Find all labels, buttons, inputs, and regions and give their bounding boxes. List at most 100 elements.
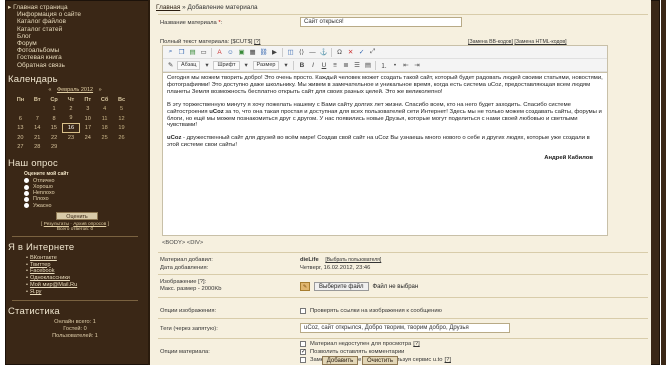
align-right-icon[interactable]: ☰ <box>352 61 361 70</box>
calendar-day[interactable]: 2 <box>63 104 80 114</box>
poll-radio[interactable] <box>24 178 29 184</box>
chevron-down-icon[interactable]: ▾ <box>281 61 290 70</box>
replace-links-checkbox[interactable] <box>300 357 306 363</box>
calendar-day[interactable]: 13 <box>12 123 29 133</box>
calendar-day[interactable]: 15 <box>46 123 63 133</box>
tags-input[interactable]: uCoz, сайт открылся, Добро творим, твори… <box>300 323 510 333</box>
image-icon[interactable]: ▣ <box>237 48 246 57</box>
calendar-day[interactable]: 19 <box>113 123 130 133</box>
poll-radio[interactable] <box>24 203 29 209</box>
bold-icon[interactable]: B <box>297 61 306 70</box>
preview-icon[interactable]: ◫ <box>286 48 295 57</box>
poll-option[interactable]: Ужасно <box>24 203 144 209</box>
material-hidden-hint[interactable]: [?] <box>413 341 419 347</box>
title-input[interactable]: Сайт открыся! <box>300 17 462 27</box>
calendar-day[interactable]: 27 <box>12 142 29 152</box>
chevron-down-icon[interactable]: ▾ <box>242 61 251 70</box>
calendar-day[interactable]: 1 <box>46 104 63 114</box>
paste-text-icon[interactable]: ▭ <box>199 48 208 57</box>
check-links-checkbox[interactable] <box>300 308 306 314</box>
social-link[interactable]: Мой мир@Mail.Ru <box>26 282 144 289</box>
calendar-day[interactable]: 17 <box>79 123 96 133</box>
calendar-day[interactable]: 8 <box>46 114 63 124</box>
menu-item-photos[interactable]: Фотоальбомы <box>8 47 144 54</box>
calendar-day[interactable]: 28 <box>29 142 46 152</box>
menu-item-files[interactable]: Каталог файлов <box>8 18 144 25</box>
poll-radio[interactable] <box>24 197 29 203</box>
calendar-day[interactable]: 24 <box>79 133 96 143</box>
replace-links-hint[interactable]: [?] <box>445 357 451 363</box>
menu-item-feedback[interactable]: Обратная связь <box>8 62 144 69</box>
source-icon[interactable]: ⟨⟩ <box>297 48 306 57</box>
calendar-month[interactable]: Февраль 2012 <box>57 87 93 93</box>
calendar-day[interactable]: 7 <box>29 114 46 124</box>
search-icon[interactable]: ⌕ <box>166 48 175 57</box>
calendar-day[interactable]: 12 <box>113 114 130 124</box>
calendar-day[interactable]: 25 <box>96 133 113 143</box>
emoticon-icon[interactable]: ☺ <box>226 48 235 57</box>
allow-comments-option[interactable]: Позволить оставлять комментарии <box>300 348 404 355</box>
change-user-link[interactable]: [Выбрать пользователя] <box>325 257 381 263</box>
font-select[interactable]: Шрифт <box>213 60 240 70</box>
choose-file-button[interactable]: Выберите файл <box>314 282 369 291</box>
allow-comments-checkbox[interactable] <box>300 348 306 355</box>
social-link[interactable]: Я.ру <box>26 289 144 296</box>
menu-item-articles[interactable]: Каталог статей <box>8 26 144 33</box>
clear-button[interactable]: Очистить <box>362 356 398 365</box>
format-select[interactable]: Абзац <box>177 60 201 70</box>
material-hidden-checkbox[interactable] <box>300 341 306 347</box>
calendar-day[interactable]: 21 <box>29 133 46 143</box>
justify-icon[interactable]: ▤ <box>363 61 372 70</box>
calendar-day[interactable]: 20 <box>12 133 29 143</box>
size-select[interactable]: Размер <box>252 60 280 70</box>
text-color-icon[interactable]: A <box>215 48 224 57</box>
cut-icon[interactable]: ✕ <box>346 48 355 57</box>
calendar-day[interactable]: 10 <box>79 114 96 124</box>
styles-icon[interactable]: ✎ <box>166 61 175 70</box>
link-icon[interactable]: ⛓ <box>259 48 268 57</box>
fullscreen-icon[interactable]: ⤢ <box>368 48 377 57</box>
outdent-icon[interactable]: ⇤ <box>401 61 410 70</box>
align-center-icon[interactable]: ≣ <box>341 61 350 70</box>
calendar-day[interactable]: 16 <box>62 122 80 134</box>
align-left-icon[interactable]: ≡ <box>330 61 339 70</box>
check-links-option[interactable]: Проверять ссылки на изображения к сообще… <box>300 308 442 314</box>
italic-icon[interactable]: I <box>308 61 317 70</box>
indent-icon[interactable]: ⇥ <box>412 61 421 70</box>
calendar-day[interactable]: 6 <box>12 114 29 124</box>
calendar-day[interactable]: 4 <box>96 104 113 114</box>
calendar-day[interactable]: 26 <box>113 133 130 143</box>
spellcheck-icon[interactable]: ✓ <box>357 48 366 57</box>
calendar-next[interactable]: » <box>99 87 102 93</box>
media-icon[interactable]: ▶ <box>270 48 279 57</box>
calendar-day[interactable]: 14 <box>29 123 46 133</box>
calendar-day[interactable]: 5 <box>113 104 130 114</box>
poll-radio[interactable] <box>24 184 29 190</box>
calendar-day[interactable]: 29 <box>46 142 63 152</box>
poll-radio[interactable] <box>24 190 29 196</box>
horizontal-rule-icon[interactable]: — <box>308 48 317 57</box>
menu-item-guestbook[interactable]: Гостевая книга <box>8 54 144 61</box>
special-char-icon[interactable]: Ω <box>335 48 344 57</box>
calendar-day[interactable]: 22 <box>46 133 63 143</box>
calendar-day[interactable]: 9 <box>63 114 80 124</box>
calendar-day[interactable]: 3 <box>79 104 96 114</box>
bullet-list-icon[interactable]: • <box>390 61 399 70</box>
social-link[interactable]: Facebook <box>26 268 144 275</box>
social-link[interactable]: Одноклассники <box>26 275 144 282</box>
material-hidden-option[interactable]: Материал недоступен для просмотра [?] <box>300 341 420 347</box>
table-icon[interactable]: ▦ <box>248 48 257 57</box>
underline-icon[interactable]: U <box>319 61 328 70</box>
numbered-list-icon[interactable]: ⒈ <box>379 61 388 70</box>
copy-icon[interactable]: ❐ <box>177 48 186 57</box>
calendar-day[interactable]: 23 <box>63 133 80 143</box>
rich-text-editor[interactable]: Сегодня мы можем творить добро! Это очен… <box>162 72 608 236</box>
chevron-down-icon[interactable]: ▾ <box>202 61 211 70</box>
calendar-day[interactable]: 11 <box>96 114 113 124</box>
menu-item-blog[interactable]: Блог <box>8 33 144 40</box>
social-link[interactable]: Твиттер <box>26 262 144 269</box>
paste-icon[interactable]: ▤ <box>188 48 197 57</box>
breadcrumb-home[interactable]: Главная <box>156 4 180 11</box>
calendar-day[interactable]: 18 <box>96 123 113 133</box>
calendar-prev[interactable]: « <box>48 87 51 93</box>
